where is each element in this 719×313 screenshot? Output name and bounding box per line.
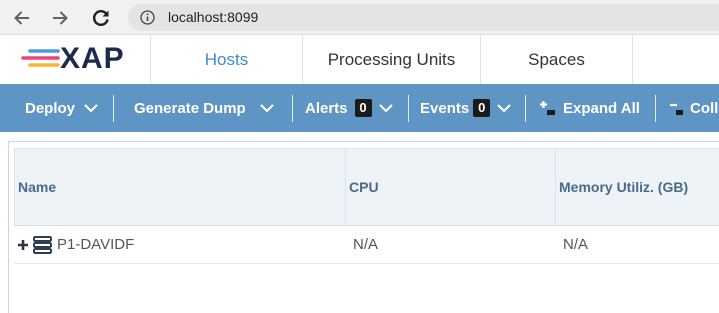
memory-cell: N/A — [563, 236, 589, 253]
app-header: XAP Hosts Processing Units Spaces — [0, 35, 719, 84]
expand-all-button-label: Expand All — [563, 99, 640, 117]
toolbar-separator — [655, 95, 656, 122]
column-header-cpu[interactable]: CPU — [345, 149, 555, 225]
forward-button[interactable] — [50, 8, 70, 28]
server-icon — [33, 235, 52, 254]
toolbar-separator — [292, 95, 293, 122]
hosts-grid-panel: Name CPU Memory Utiliz. (GB) P1-DAVIDF N… — [8, 141, 719, 313]
logo-stripes-icon — [21, 49, 60, 67]
hosts-grid: Name CPU Memory Utiliz. (GB) P1-DAVIDF N… — [14, 148, 719, 308]
tab-spaces[interactable]: Spaces — [481, 35, 633, 84]
browser-toolbar: localhost:8099 — [0, 0, 719, 35]
generate-dump-button-label: Generate Dump — [134, 99, 246, 117]
info-icon[interactable] — [140, 10, 155, 25]
chevron-down-icon — [259, 104, 274, 112]
reload-button[interactable] — [91, 8, 111, 28]
collapse-all-button-label: Coll — [690, 99, 719, 117]
header-spacer — [633, 35, 719, 84]
address-bar[interactable]: localhost:8099 — [128, 4, 719, 31]
cpu-cell: N/A — [353, 236, 379, 253]
toolbar-separator — [525, 95, 526, 122]
xap-logo: XAP — [0, 35, 151, 84]
column-header-memory[interactable]: Memory Utiliz. (GB) — [555, 149, 719, 225]
table-row[interactable]: P1-DAVIDF N/A N/A — [14, 226, 719, 264]
plus-icon[interactable] — [18, 239, 28, 250]
toolbar-separator — [113, 95, 114, 122]
back-arrow-icon[interactable] — [12, 8, 32, 28]
deploy-button-label: Deploy — [25, 99, 76, 117]
generate-dump-button[interactable]: Generate Dump — [134, 84, 274, 132]
expand-all-button[interactable]: Expand All — [539, 84, 640, 132]
host-name-cell: P1-DAVIDF — [18, 226, 344, 263]
logo-text: XAP — [60, 42, 125, 75]
alerts-button-label: Alerts — [305, 99, 348, 117]
reload-icon[interactable] — [91, 8, 111, 28]
address-bar-url[interactable]: localhost:8099 — [168, 4, 258, 31]
chevron-down-icon — [378, 104, 393, 112]
chevron-down-icon — [84, 104, 98, 112]
grid-header-row: Name CPU Memory Utiliz. (GB) — [14, 148, 719, 226]
tab-processing-units[interactable]: Processing Units — [303, 35, 481, 84]
toolbar-separator — [408, 95, 409, 122]
tab-hosts[interactable]: Hosts — [151, 35, 303, 84]
host-name: P1-DAVIDF — [57, 236, 135, 253]
back-button[interactable] — [12, 8, 32, 28]
expand-all-icon — [540, 100, 555, 115]
events-button[interactable]: Events 0 — [420, 84, 511, 132]
events-count-badge: 0 — [473, 99, 491, 117]
xap-hosts-page: localhost:8099 XAP Hosts Processing Unit… — [0, 0, 719, 313]
collapse-all-icon — [670, 103, 683, 115]
alerts-button[interactable]: Alerts 0 — [305, 84, 393, 132]
action-toolbar: Deploy Generate Dump Alerts 0 Events 0 E… — [0, 84, 719, 132]
column-header-name[interactable]: Name — [15, 149, 345, 225]
deploy-button[interactable]: Deploy — [25, 84, 98, 132]
events-button-label: Events — [420, 99, 470, 117]
collapse-all-button[interactable]: Coll — [669, 84, 719, 132]
chevron-down-icon — [497, 104, 511, 112]
forward-arrow-icon[interactable] — [50, 8, 70, 28]
alerts-count-badge: 0 — [354, 99, 372, 117]
